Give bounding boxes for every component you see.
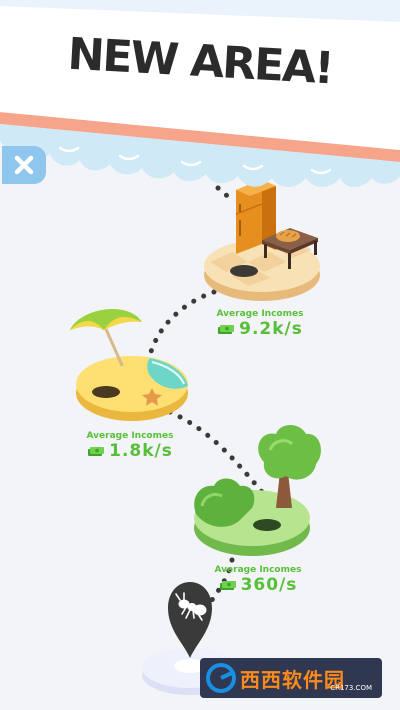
watermark-url: CR173.COM: [330, 684, 372, 692]
forest-island[interactable]: [194, 425, 321, 556]
area-income-beach: Average Incomes 1.8k/s: [70, 431, 190, 461]
income-value: 360/s: [240, 575, 298, 595]
area-income-forest: Average Incomes 360/s: [198, 565, 318, 595]
income-value: 9.2k/s: [239, 319, 303, 339]
close-button[interactable]: [2, 146, 46, 184]
cash-icon: [88, 446, 105, 456]
cash-icon: [219, 580, 236, 590]
watermark: 西西软件园 CR173.COM: [200, 658, 382, 698]
income-value: 1.8k/s: [109, 441, 173, 461]
income-label: Average Incomes: [216, 309, 304, 319]
ant-map-pin-icon[interactable]: [166, 580, 214, 660]
beach-island[interactable]: [70, 308, 188, 421]
site-logo-icon: [206, 663, 236, 693]
close-icon: [14, 155, 34, 175]
area-income-kitchen: Average Incomes 9.2k/s: [200, 309, 320, 339]
income-label: Average Incomes: [214, 565, 302, 575]
income-label: Average Incomes: [86, 431, 174, 441]
cash-icon: [218, 324, 235, 334]
